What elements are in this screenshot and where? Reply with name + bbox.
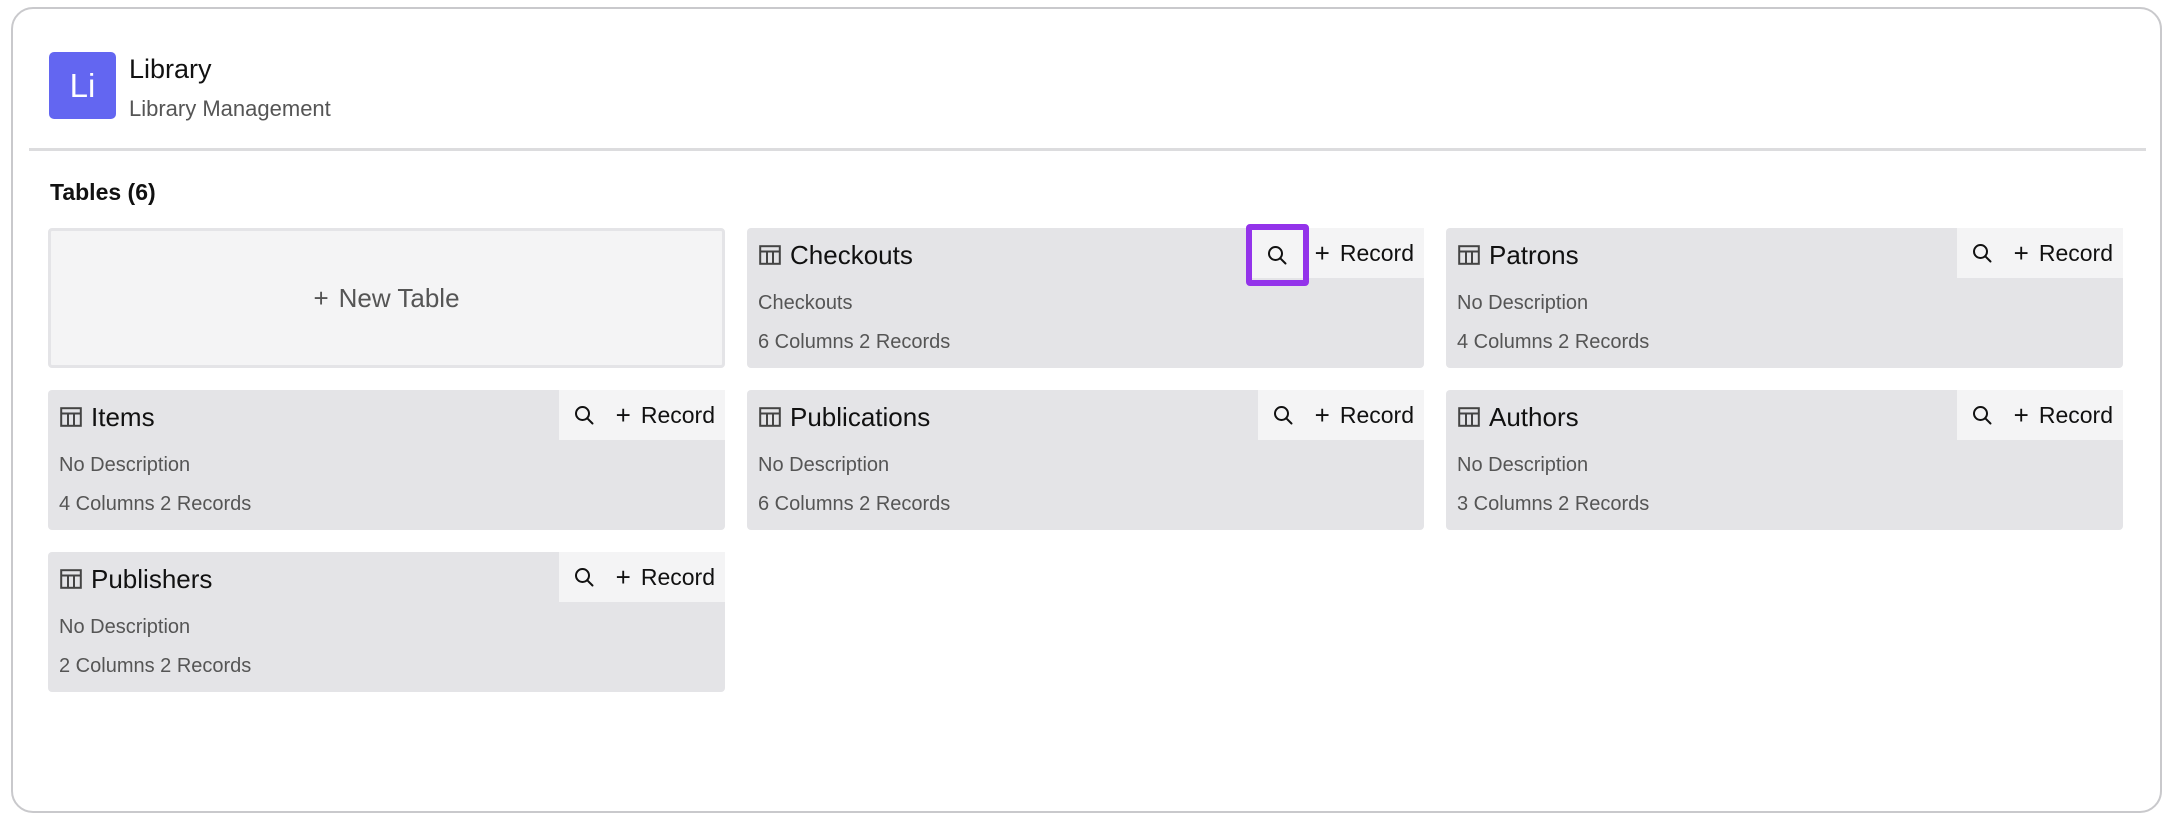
plus-icon: + bbox=[2013, 400, 2029, 430]
add-record-label: Record bbox=[1339, 401, 1414, 428]
search-icon bbox=[1973, 406, 1992, 425]
table-icon bbox=[1458, 245, 1480, 265]
table-description: No Description bbox=[59, 454, 191, 476]
card-actions: + Record bbox=[1956, 228, 2123, 278]
table-name[interactable]: Authors bbox=[1489, 402, 1579, 433]
table-meta: 6 Columns 2 Records bbox=[758, 331, 951, 353]
table-meta: 2 Columns 2 Records bbox=[59, 655, 252, 677]
card-actions: + Record bbox=[558, 390, 725, 440]
search-icon bbox=[1973, 244, 1992, 263]
search-icon bbox=[1268, 246, 1287, 265]
table-icon bbox=[60, 569, 82, 589]
add-record-button[interactable]: + Record bbox=[1309, 402, 1414, 429]
table-card-publishers[interactable]: Publishers + Record No Description 2 Col… bbox=[48, 552, 725, 692]
table-description: No Description bbox=[758, 454, 890, 476]
table-description: No Description bbox=[59, 616, 191, 638]
table-meta: 4 Columns 2 Records bbox=[59, 493, 252, 515]
plus-icon: + bbox=[313, 283, 329, 313]
table-card-items[interactable]: Items + Record No Description 4 Columns … bbox=[48, 390, 725, 530]
table-meta: 6 Columns 2 Records bbox=[758, 493, 951, 515]
table-description: Checkouts bbox=[758, 292, 853, 314]
add-record-button[interactable]: + Record bbox=[2008, 240, 2113, 267]
app-header: Li Library Library Management bbox=[13, 9, 2160, 151]
add-record-button[interactable]: + Record bbox=[2008, 402, 2113, 429]
card-actions: + Record bbox=[1245, 224, 1424, 286]
search-records-button[interactable] bbox=[1957, 390, 2008, 440]
plus-icon: + bbox=[2013, 238, 2029, 268]
plus-icon: + bbox=[1314, 400, 1330, 430]
table-icon bbox=[1458, 407, 1480, 427]
table-name[interactable]: Checkouts bbox=[790, 240, 913, 271]
search-records-button[interactable] bbox=[559, 390, 610, 440]
card-actions: + Record bbox=[1956, 390, 2123, 440]
plus-icon: + bbox=[615, 400, 631, 430]
table-card-patrons[interactable]: Patrons + Record No Description 4 Column… bbox=[1446, 228, 2123, 368]
table-meta: 3 Columns 2 Records bbox=[1457, 493, 1650, 515]
add-record-button[interactable]: + Record bbox=[610, 564, 715, 591]
table-name[interactable]: Publishers bbox=[91, 564, 212, 595]
add-record-button[interactable]: + Record bbox=[610, 402, 715, 429]
search-icon bbox=[1274, 406, 1293, 425]
search-records-button[interactable] bbox=[559, 552, 610, 602]
table-description: No Description bbox=[1457, 454, 1589, 476]
table-meta: 4 Columns 2 Records bbox=[1457, 331, 1650, 353]
table-description: No Description bbox=[1457, 292, 1589, 314]
add-record-label: Record bbox=[640, 563, 715, 590]
search-icon bbox=[575, 406, 594, 425]
plus-icon: + bbox=[615, 562, 631, 592]
search-icon bbox=[575, 568, 594, 587]
new-table-button[interactable]: + New Table bbox=[48, 228, 725, 368]
new-table-label: New Table bbox=[338, 282, 460, 313]
card-actions: + Record bbox=[1257, 390, 1424, 440]
table-icon bbox=[759, 245, 781, 265]
table-icon bbox=[759, 407, 781, 427]
header-divider bbox=[29, 148, 2146, 151]
add-record-label: Record bbox=[2038, 401, 2113, 428]
app-subtitle: Library Management bbox=[129, 96, 331, 121]
add-record-label: Record bbox=[2038, 239, 2113, 266]
table-name[interactable]: Patrons bbox=[1489, 240, 1579, 271]
search-records-button[interactable] bbox=[1258, 390, 1309, 440]
tables-heading: Tables (6) bbox=[50, 179, 156, 205]
search-records-button[interactable] bbox=[1245, 224, 1309, 286]
table-card-authors[interactable]: Authors + Record No Description 3 Column… bbox=[1446, 390, 2123, 530]
table-card-checkouts[interactable]: Checkouts + Record Checkouts 6 Columns 2… bbox=[747, 224, 1424, 368]
add-record-label: Record bbox=[640, 401, 715, 428]
table-name[interactable]: Items bbox=[91, 402, 155, 433]
search-records-button[interactable] bbox=[1957, 228, 2008, 278]
app-title: Library bbox=[129, 54, 212, 84]
add-record-button[interactable]: + Record bbox=[1309, 240, 1414, 267]
table-name[interactable]: Publications bbox=[790, 402, 930, 433]
table-card-publications[interactable]: Publications + Record No Description 6 C… bbox=[747, 390, 1424, 530]
app-logo: Li bbox=[49, 52, 116, 119]
plus-icon: + bbox=[1314, 238, 1330, 268]
add-record-label: Record bbox=[1339, 239, 1414, 266]
table-icon bbox=[60, 407, 82, 427]
card-actions: + Record bbox=[558, 552, 725, 602]
